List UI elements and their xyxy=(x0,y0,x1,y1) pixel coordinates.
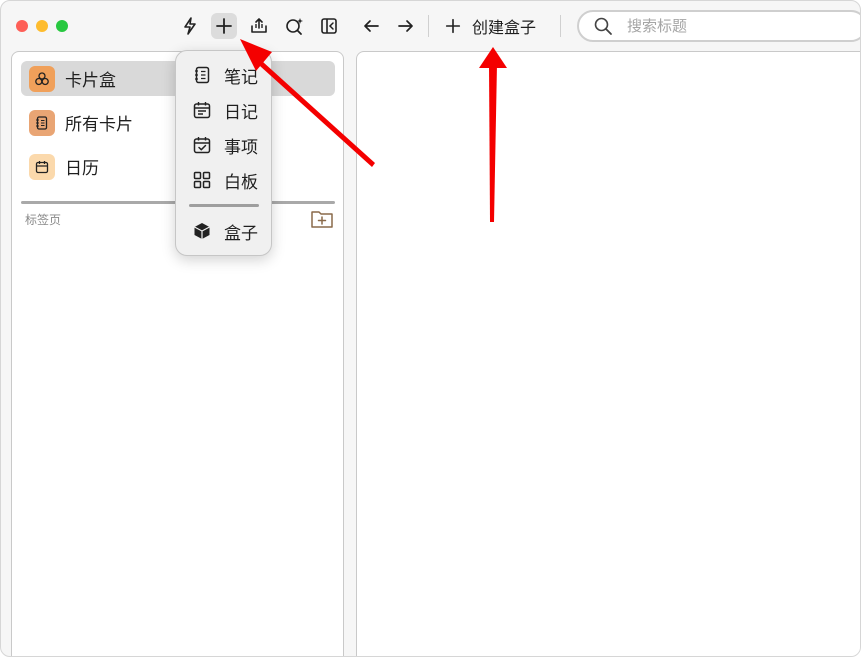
toolbar-divider xyxy=(560,15,561,37)
sidebar-item-label: 所有卡片 xyxy=(65,115,133,135)
ai-search-button[interactable] xyxy=(281,13,307,39)
add-menu: 笔记 日记 事项 白板 盒子 xyxy=(175,50,272,256)
notebook-icon xyxy=(29,109,55,136)
menu-item-label: 日记 xyxy=(224,102,258,123)
menu-item-box[interactable]: 盒子 xyxy=(176,215,273,247)
create-box-button[interactable]: 创建盒子 xyxy=(444,13,536,39)
menu-divider xyxy=(189,204,259,207)
menu-item-label: 盒子 xyxy=(224,223,258,244)
calendar-lines-icon xyxy=(193,102,211,119)
back-button[interactable] xyxy=(358,13,384,39)
cluster-icon xyxy=(29,65,55,92)
tabs-section-label: 标签页 xyxy=(25,213,62,227)
menu-item-label: 笔记 xyxy=(224,67,258,88)
menu-item-note[interactable]: 笔记 xyxy=(176,59,273,91)
sparkle-search-icon xyxy=(286,18,303,35)
search-input[interactable] xyxy=(625,16,829,36)
plus-icon xyxy=(445,18,461,34)
import-button[interactable] xyxy=(246,13,272,39)
sidebar-icon xyxy=(321,18,337,34)
menu-item-task[interactable]: 事项 xyxy=(176,129,273,161)
create-box-label: 创建盒子 xyxy=(472,18,537,37)
notebook-icon xyxy=(195,66,210,84)
toggle-sidebar-button[interactable] xyxy=(316,13,342,39)
add-folder-button[interactable] xyxy=(310,208,334,230)
toolbar-divider xyxy=(428,15,429,37)
menu-item-whiteboard[interactable]: 白板 xyxy=(176,164,273,196)
main-content-panel xyxy=(356,51,860,656)
zoom-window-button[interactable] xyxy=(56,20,68,32)
forward-button[interactable] xyxy=(393,13,419,39)
sidebar-item-label: 日历 xyxy=(65,159,99,179)
arrow-right-icon xyxy=(398,20,413,32)
grid-icon xyxy=(193,171,211,189)
calendar-check-icon xyxy=(193,137,211,154)
box-icon xyxy=(194,223,210,239)
search-field[interactable] xyxy=(577,10,860,42)
close-window-button[interactable] xyxy=(16,20,28,32)
arrow-left-icon xyxy=(364,20,379,32)
calendar-icon xyxy=(29,153,55,180)
lightning-icon xyxy=(184,17,196,35)
minimize-window-button[interactable] xyxy=(36,20,48,32)
plus-icon xyxy=(216,18,232,34)
menu-item-diary[interactable]: 日记 xyxy=(176,94,273,126)
menu-item-label: 事项 xyxy=(224,137,258,158)
upload-icon xyxy=(251,18,267,33)
folder-plus-icon xyxy=(311,211,333,228)
menu-item-label: 白板 xyxy=(224,172,258,193)
app-window: 创建盒子 卡片盒 所有卡片 日历 标签页 xyxy=(0,0,861,657)
search-icon xyxy=(594,17,612,35)
sidebar-item-label: 卡片盒 xyxy=(65,71,116,91)
add-button[interactable] xyxy=(211,13,237,39)
quick-action-button[interactable] xyxy=(177,13,203,39)
